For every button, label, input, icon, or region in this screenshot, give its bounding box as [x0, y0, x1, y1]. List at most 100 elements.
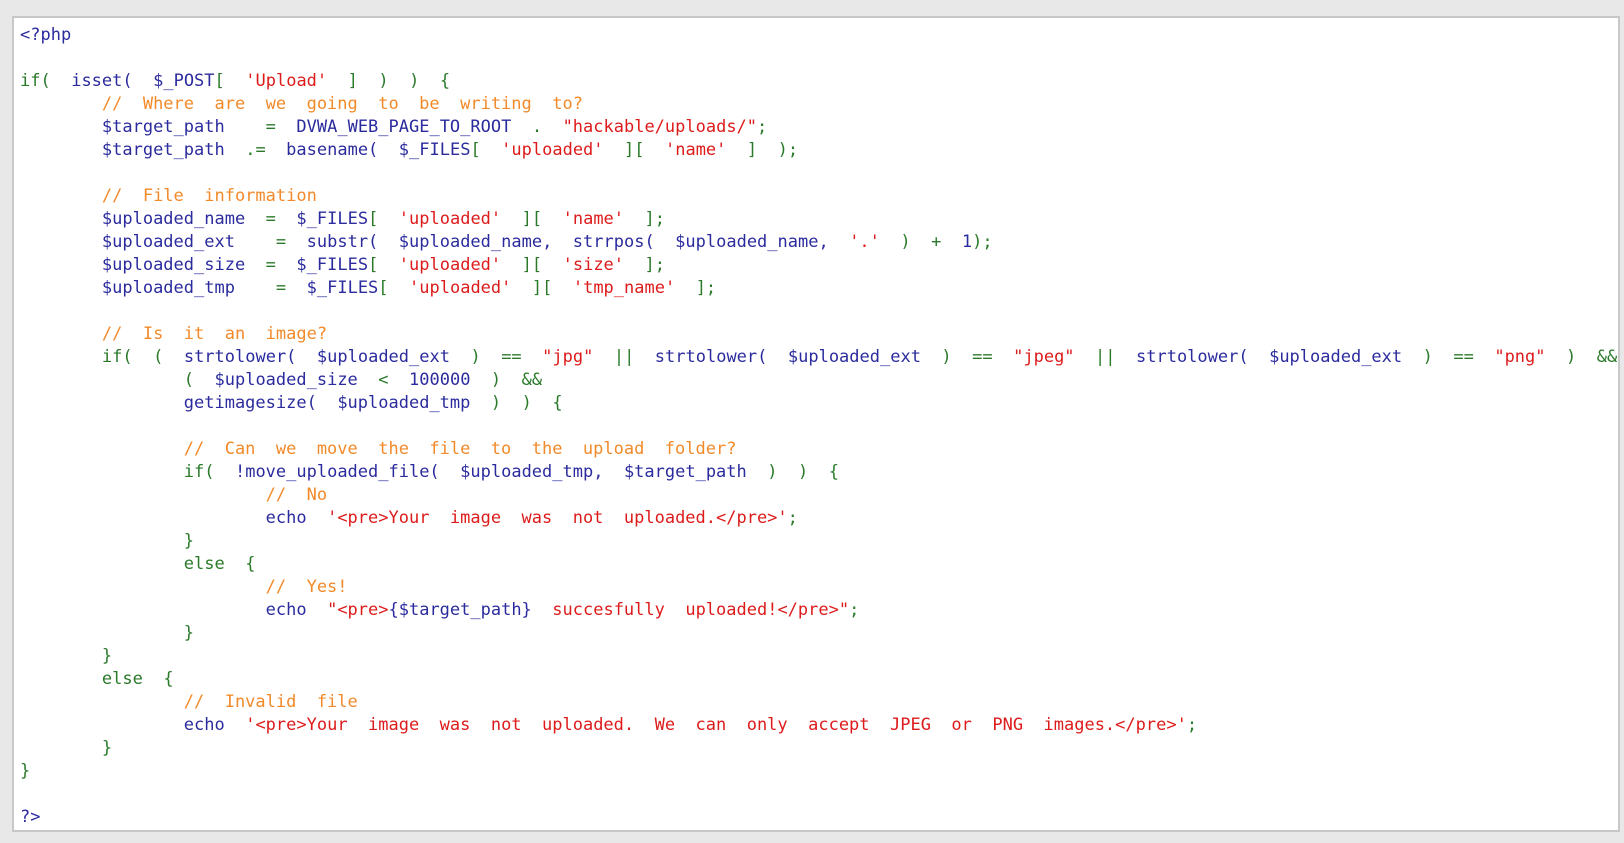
- variable-token: $uploaded_ext: [787, 347, 921, 367]
- variable-token: $target_path: [101, 140, 225, 160]
- code-line: $uploaded_size = $_FILES[ 'uploaded' ][ …: [20, 254, 1617, 277]
- comment-token: // Invalid file: [183, 692, 358, 712]
- variable-token: $uploaded_name,: [398, 232, 553, 252]
- string-token: 'size': [562, 255, 625, 275]
- comment-token: // Can we move the file to the upload fo…: [183, 439, 737, 459]
- code-line: $target_path .= basename( $_FILES[ 'uplo…: [20, 139, 1617, 162]
- function-token: echo: [265, 600, 307, 620]
- operator-token: ): [490, 370, 502, 390]
- operator-token: ): [797, 462, 809, 482]
- operator-token: (: [153, 347, 164, 367]
- variable-token: $uploaded_tmp: [337, 393, 471, 413]
- operator-token: );: [777, 140, 799, 160]
- code-line: // File information: [20, 185, 1617, 208]
- keyword-token: else: [183, 554, 225, 574]
- function-token: substr(: [306, 232, 379, 252]
- comment-token: // File information: [101, 186, 317, 206]
- code-line: $target_path = DVWA_WEB_PAGE_TO_ROOT . "…: [20, 116, 1617, 139]
- function-token: echo: [265, 508, 307, 528]
- code-line: // Yes!: [20, 576, 1617, 599]
- comment-token: // Is it an image?: [101, 324, 328, 344]
- operator-token: ): [767, 462, 778, 482]
- operator-token: .=: [245, 140, 266, 160]
- operator-token: {: [245, 554, 256, 574]
- code-line: }: [20, 530, 1617, 553]
- variable-token: $uploaded_tmp: [101, 278, 235, 298]
- function-token: DVWA_WEB_PAGE_TO_ROOT: [296, 117, 512, 137]
- code-line: $uploaded_tmp = $_FILES[ 'uploaded' ][ '…: [20, 277, 1617, 300]
- string-token: 'uploaded': [398, 209, 502, 229]
- operator-token: ][: [521, 255, 543, 275]
- code-line: // No: [20, 484, 1617, 507]
- operator-token: ): [1422, 347, 1433, 367]
- function-token: isset(: [71, 71, 133, 91]
- operator-token: ||: [1095, 347, 1116, 367]
- code-line: getimagesize( $uploaded_tmp ) ) {: [20, 392, 1617, 415]
- function-token: basename(: [286, 140, 379, 160]
- variable-token: $_POST: [153, 71, 215, 91]
- string-token: '<pre>Your image was not uploaded.</pre>…: [327, 508, 788, 528]
- plain-token: <?php: [20, 25, 72, 45]
- variable-token: $_FILES: [296, 255, 369, 275]
- string-token: "hackable/uploads/": [562, 117, 758, 137]
- code-line: }: [20, 737, 1617, 760]
- operator-token: ==: [972, 347, 993, 367]
- operator-token: ];: [695, 278, 717, 298]
- code-line: // Where are we going to be writing to?: [20, 93, 1617, 116]
- operator-token: ==: [1453, 347, 1474, 367]
- operator-token: ;: [1186, 715, 1198, 735]
- function-token: !move_uploaded_file(: [234, 462, 440, 482]
- variable-token: $uploaded_name,: [675, 232, 829, 252]
- operator-token: );: [972, 232, 993, 252]
- operator-token: }: [101, 738, 113, 758]
- string-token: 'uploaded': [409, 278, 512, 298]
- string-token: "<pre>: [327, 600, 389, 620]
- operator-token: =: [275, 278, 287, 298]
